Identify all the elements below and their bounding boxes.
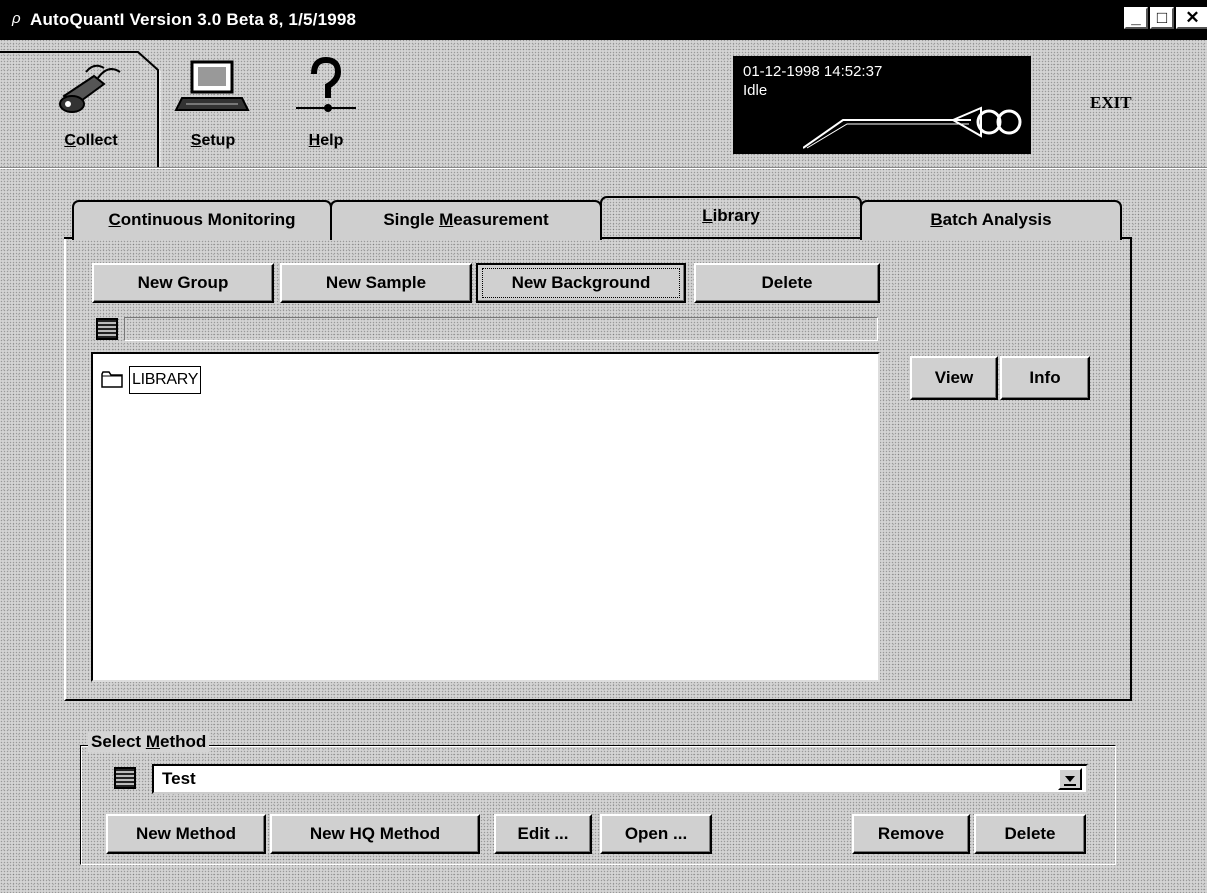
new-sample-button[interactable]: New Sample — [280, 263, 472, 303]
method-select[interactable]: Test — [152, 764, 1088, 794]
info-button[interactable]: Info — [1000, 356, 1090, 400]
dropdown-button[interactable] — [1058, 768, 1082, 790]
new-group-button[interactable]: New Group — [92, 263, 274, 303]
view-button[interactable]: View — [910, 356, 998, 400]
delete-library-button[interactable]: Delete — [694, 263, 880, 303]
method-selected-value: Test — [162, 769, 196, 788]
list-icon[interactable] — [114, 767, 136, 789]
maximize-button[interactable]: □ — [1150, 7, 1174, 29]
close-button[interactable]: ✕ — [1176, 7, 1207, 29]
list-icon[interactable] — [96, 318, 118, 340]
focus-rect — [482, 268, 680, 298]
library-tree[interactable]: LIBRARY — [91, 352, 880, 682]
select-method-label: Select Method — [88, 732, 210, 752]
title-bar: ρ AutoQuantI Version 3.0 Beta 8, 1/5/199… — [0, 0, 1207, 40]
app-icon: ρ — [12, 10, 21, 27]
status-display: 01-12-1998 14:52:37 Idle — [733, 56, 1031, 154]
chevron-down-icon — [1064, 776, 1076, 786]
window-title: AutoQuantI Version 3.0 Beta 8, 1/5/1998 — [30, 10, 357, 29]
folder-icon — [101, 371, 123, 388]
new-background-button[interactable]: New Background — [476, 263, 686, 303]
question-mark-icon — [296, 56, 356, 112]
tab-library[interactable]: Library — [600, 196, 862, 240]
tab-continuous-monitoring[interactable]: Continuous Monitoring — [72, 200, 332, 240]
new-method-button[interactable]: New Method — [106, 814, 266, 854]
collect-label: Collect — [64, 132, 118, 149]
status-state: Idle — [743, 82, 768, 99]
library-path-field[interactable] — [124, 317, 878, 341]
open-button[interactable]: Open ... — [600, 814, 712, 854]
tab-batch-analysis[interactable]: Batch Analysis — [860, 200, 1122, 240]
setup-button[interactable]: Setup — [168, 54, 258, 164]
tab-single-measurement[interactable]: Single Measurement — [330, 200, 602, 240]
tab-library-gap — [604, 236, 858, 240]
delete-method-button[interactable]: Delete — [974, 814, 1086, 854]
remove-button[interactable]: Remove — [852, 814, 970, 854]
new-hq-method-button[interactable]: New HQ Method — [270, 814, 480, 854]
exit-button[interactable]: EXIT — [1090, 93, 1132, 113]
collect-button[interactable]: Collect — [46, 54, 136, 164]
edit-button[interactable]: Edit ... — [494, 814, 592, 854]
status-datetime: 01-12-1998 14:52:37 — [743, 63, 883, 80]
probe-icon — [59, 64, 121, 113]
minimize-button[interactable]: _ — [1124, 7, 1148, 29]
instrument-graphic-icon — [803, 106, 1022, 149]
toolbar-divider — [0, 167, 1207, 169]
tree-node-library[interactable]: LIBRARY — [129, 366, 202, 394]
computer-icon — [174, 60, 250, 111]
help-label: Help — [308, 132, 344, 149]
help-button[interactable]: Help — [286, 54, 366, 164]
setup-label: Setup — [190, 132, 236, 149]
